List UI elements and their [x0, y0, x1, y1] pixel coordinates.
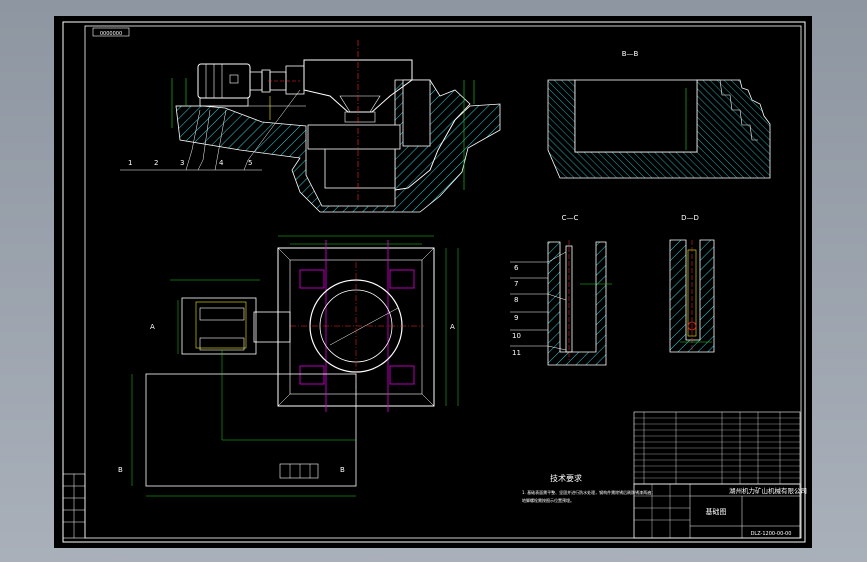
section-dd-title: D—D [681, 214, 699, 222]
callout-5: 5 [248, 159, 252, 167]
callout-4: 4 [219, 159, 224, 167]
callout-9: 9 [514, 314, 518, 322]
callout-11: 11 [512, 349, 521, 357]
corner-tag: 0000000 [100, 31, 122, 37]
callout-2: 2 [154, 159, 158, 167]
section-mark-b-left: B [118, 466, 123, 474]
section-dd-view [669, 239, 715, 353]
callout-8: 8 [514, 296, 518, 304]
callout-6: 6 [514, 264, 519, 272]
tech-requirements-line-2: 地脚螺栓需按图示位置预埋。 [522, 497, 574, 503]
drawing-name: 基础图 [706, 507, 727, 516]
drawing-number: DLZ-1200-00-00 [751, 531, 792, 537]
callout-7: 7 [514, 280, 518, 288]
cad-drawing-sheet: 0000000 1 2 3 4 5 B—B C—C 6 7 8 9 10 11 … [54, 16, 812, 548]
tech-requirements-title: 技术要求 [550, 473, 582, 483]
tech-requirements-line-1: 1. 基础表面需平整、坚固并进行防水处理，钢构件需除锈后刷防锈漆两遍； [522, 489, 655, 495]
callout-3: 3 [180, 159, 184, 167]
section-mark-b-right: B [340, 466, 345, 474]
section-cc-title: C—C [562, 214, 579, 222]
section-mark-a-right: A [450, 323, 455, 331]
company-name: 湖州机力矿山机械有限公司 [729, 486, 807, 495]
section-bb-title: B—B [622, 50, 639, 58]
callout-1: 1 [128, 159, 132, 167]
callout-10: 10 [512, 332, 521, 340]
section-mark-a-left: A [150, 323, 155, 331]
section-bb-view [547, 79, 771, 179]
